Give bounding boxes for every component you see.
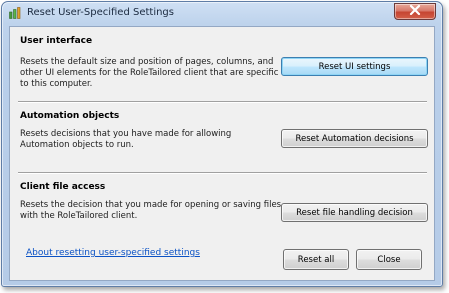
reset-all-button[interactable]: Reset all: [283, 249, 349, 270]
close-window-button[interactable]: [394, 3, 436, 20]
section-separator: [18, 101, 427, 103]
close-button[interactable]: Close: [356, 249, 422, 270]
settings-app-icon: [9, 7, 21, 19]
reset-automation-decisions-button[interactable]: Reset Automation decisions: [281, 129, 428, 148]
window-title: Reset User-Specified Settings: [27, 7, 174, 18]
close-icon: [409, 4, 421, 18]
dialog-body: User interface Resets the default size a…: [9, 26, 435, 281]
section-description-automation-objects: Resets decisions that you have made for …: [20, 129, 232, 150]
section-title-user-interface: User interface: [20, 36, 93, 46]
section-title-client-file-access: Client file access: [20, 182, 106, 192]
title-bar[interactable]: Reset User-Specified Settings: [2, 2, 442, 26]
help-link[interactable]: About resetting user-specified settings: [26, 248, 200, 258]
reset-ui-settings-button[interactable]: Reset UI settings: [281, 57, 428, 76]
section-description-client-file-access: Resets the decision that you made for op…: [20, 200, 282, 221]
section-title-automation-objects: Automation objects: [20, 111, 120, 121]
dialog-window: Reset User-Specified Settings User inter…: [1, 1, 443, 287]
reset-file-handling-decision-button[interactable]: Reset file handling decision: [281, 203, 428, 222]
section-separator: [18, 172, 427, 174]
section-description-user-interface: Resets the default size and position of …: [20, 57, 279, 89]
